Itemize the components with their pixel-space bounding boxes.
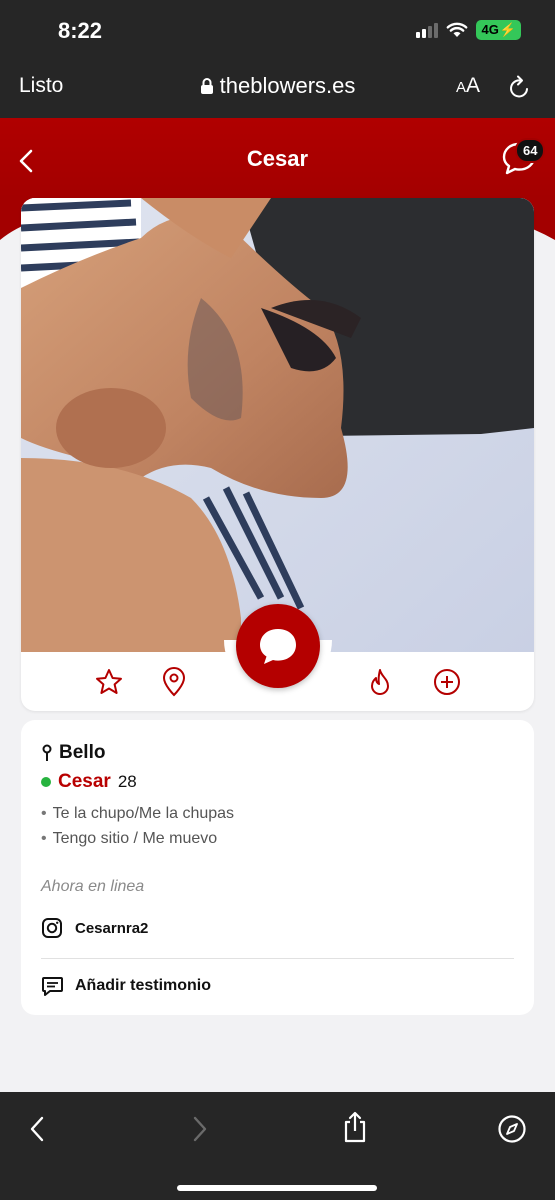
status-time: 8:22 (58, 18, 103, 43)
profile-photo[interactable] (21, 198, 534, 652)
share-icon[interactable] (341, 1110, 369, 1144)
lock-icon (200, 78, 213, 94)
status-bar: 8:22 4G ⚡ (0, 0, 555, 58)
user-age: 28 (117, 772, 137, 791)
tag-item: Te la chupo/Me la chupas (41, 801, 234, 826)
text-size-button[interactable]: AA (456, 74, 480, 98)
browser-forward-icon[interactable] (188, 1114, 210, 1144)
location-text: Bello (59, 742, 106, 763)
browser-back-icon[interactable] (27, 1114, 49, 1144)
compass-icon[interactable] (497, 1114, 527, 1144)
plus-circle-icon[interactable] (432, 667, 462, 697)
divider (41, 958, 514, 959)
add-testimonial-button[interactable]: Añadir testimonio (41, 975, 211, 997)
online-status-text: Ahora en linea (41, 878, 145, 895)
browser-bottom-toolbar (0, 1092, 555, 1200)
tag-item: Tengo sitio / Me muevo (41, 826, 234, 851)
message-square-icon (42, 977, 63, 996)
charging-icon: ⚡ (499, 22, 516, 37)
unread-badge: 64 (515, 138, 546, 163)
reload-icon[interactable] (508, 74, 532, 100)
flame-icon[interactable] (368, 667, 392, 697)
network-label: 4G (481, 22, 499, 37)
url-text: theblowers.es (219, 73, 356, 98)
page-title: Cesar (246, 146, 309, 171)
instagram-handle: Cesarnra2 (75, 919, 149, 937)
add-testimonial-label: Añadir testimonio (75, 977, 212, 994)
instagram-icon (42, 918, 62, 938)
battery-indicator: 4G ⚡ (476, 20, 521, 40)
online-status-dot (41, 777, 51, 787)
signal-icon (416, 22, 439, 38)
map-pin-icon[interactable] (161, 667, 187, 697)
start-chat-button[interactable] (236, 604, 320, 688)
name-row: Cesar 28 (41, 771, 137, 793)
chat-bubble-icon (260, 629, 296, 664)
instagram-link[interactable]: Cesarnra2 (41, 917, 148, 939)
location-row: Bello (41, 742, 105, 764)
location-pin-icon (42, 744, 52, 761)
user-name: Cesar (58, 771, 111, 792)
status-indicators: 4G ⚡ (416, 20, 521, 40)
home-indicator (177, 1185, 377, 1191)
profile-tags: Te la chupo/Me la chupas Tengo sitio / M… (41, 801, 234, 851)
wifi-icon (447, 22, 468, 37)
browser-top-bar: Listo theblowers.es AA (0, 58, 555, 118)
profile-info-card: Bello Cesar 28 Te la chupo/Me la chupas … (21, 720, 534, 1015)
star-icon[interactable] (94, 667, 124, 697)
